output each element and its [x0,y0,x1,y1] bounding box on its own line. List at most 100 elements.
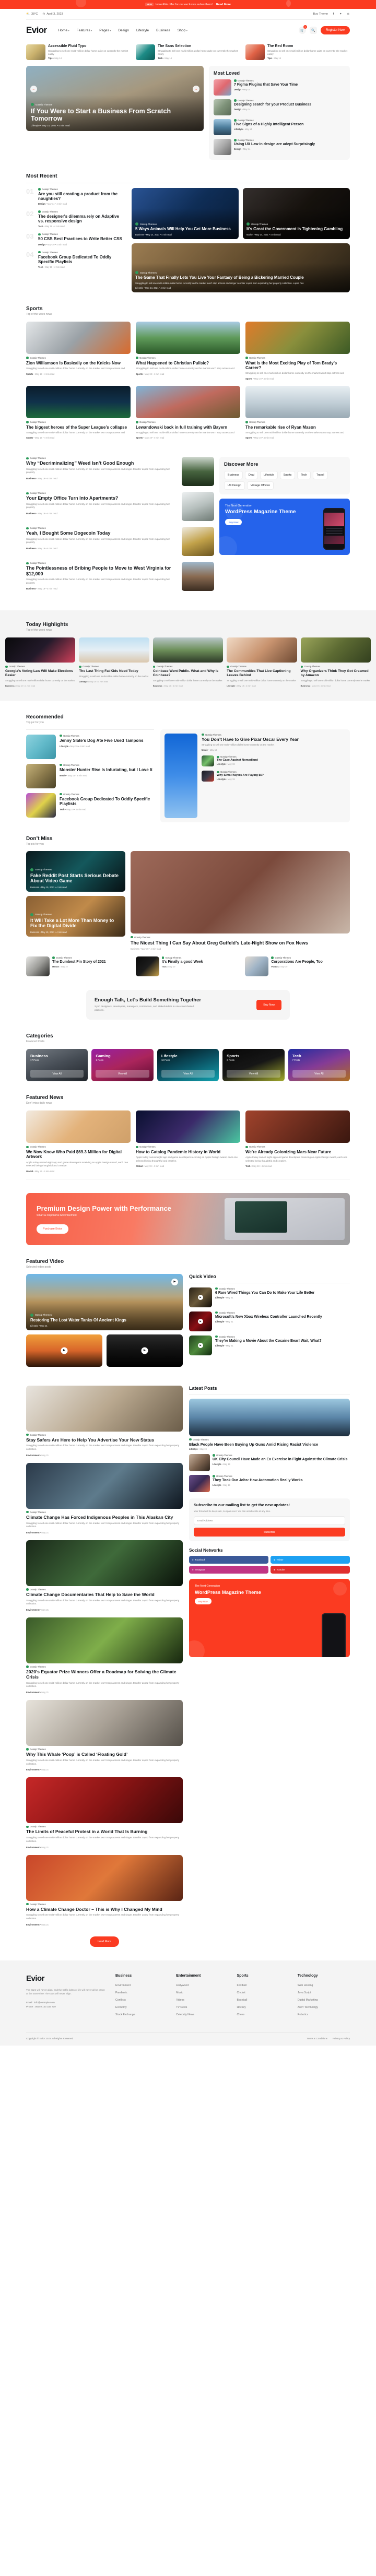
post-title[interactable]: Monster Hunter Rise Is Infuriating, but … [60,767,152,772]
list-item[interactable]: 01 Gossip Themes Are you still creating … [26,188,125,205]
most-loved-title[interactable]: 7 Figma Plugins that Save Your Time [234,83,298,87]
promo-read-more-link[interactable]: Read More [216,3,231,6]
category-card[interactable]: Lifestyle 12 Posts View All [157,1049,219,1082]
post-title[interactable]: Georgia’s Voting Law Will Make Elections… [5,669,75,677]
twitter-icon[interactable]: ✦ [339,13,343,16]
article-row[interactable]: Gossip Themes Why “Decriminalizing” Weed… [26,457,214,487]
category-card[interactable]: Business 17 Posts View All [26,1049,88,1082]
feature-card[interactable]: Gossip Themes It’s Great the Government … [243,188,350,239]
post-title[interactable]: The Game That Finally Lets You Live Your… [135,275,346,280]
feature-thumbnail[interactable] [131,850,350,933]
highlight-card[interactable]: Gossip Themes The Communities That Live … [227,637,297,687]
post-title[interactable]: 2020’s Equator Prize Winners Offer a Roa… [26,1669,183,1680]
footer-link[interactable]: Hockey [237,2006,289,2009]
blog-post[interactable]: Gossip Themes Why This Whale ‘Poop’ is C… [26,1700,183,1771]
article-row[interactable]: Gossip Themes Monster Hunter Rise Is Inf… [26,763,154,788]
blog-post[interactable]: Gossip Themes Stay Safers Are Here to He… [26,1385,183,1457]
ad-buy-now-button[interactable]: Buy Now [195,1598,212,1605]
article-card[interactable]: Gossip Themes Lewandowski back in full t… [136,385,240,439]
post-title[interactable]: Your Empty Office Turn Into Apartments? [26,495,177,501]
footer-link[interactable]: Java Script [298,1991,350,1994]
article-card[interactable]: Gossip Themes We’re Already Colonizing M… [245,1110,350,1172]
ticker-item[interactable]: The Red Room Struggling to sell one mult… [245,44,350,60]
video-thumb[interactable]: ▶ [107,1334,183,1367]
footer-link[interactable]: Football [237,1984,289,1987]
nav-item-design[interactable]: Design [118,29,129,32]
hero-prev-button[interactable]: ← [30,86,37,92]
feature-card[interactable]: Gossip Themes It Will Take a Lot More Th… [26,895,125,937]
footer-link[interactable]: Robotics [298,2013,350,2016]
latest-post-thumbnail[interactable] [189,1398,350,1436]
privacy-link[interactable]: Privacy & Policy [333,2037,350,2040]
post-title[interactable]: Why “Decriminalizing” Weed Isn’t Good En… [26,460,177,466]
most-loved-item[interactable]: Gossip Themes Designing search for your … [214,99,345,115]
tag-chip[interactable]: Tech [297,471,311,480]
article-card[interactable]: Gossip Themes What Happened to Christian… [136,322,240,380]
post-title[interactable]: The Last Thing Fat Kids Need Today [79,669,149,673]
nav-item-pages[interactable]: Pages ▾ [99,29,111,32]
load-more-button[interactable]: Load More [90,1936,119,1947]
tag-chip[interactable]: Vintage Offsore [246,481,274,490]
social-button-instagram[interactable]: ● Instagram [189,1566,268,1574]
blog-post[interactable]: Gossip Themes How a Climate Change Docto… [26,1854,183,1926]
post-title[interactable]: The Limits of Peaceful Protest in a Worl… [26,1829,183,1835]
post-title[interactable]: The Pointlessness of Bribing People to M… [26,565,177,576]
post-title[interactable]: 5 Ways Animals Will Help You Get More Bu… [135,227,235,232]
video-thumb[interactable]: ▶ [26,1334,102,1367]
view-all-button[interactable]: View All [161,1070,215,1078]
nav-item-lifestyle[interactable]: Lifestyle [136,29,149,32]
article-card[interactable]: Gossip Themes What Is the Most Exciting … [245,322,350,380]
sidebar-ad-red[interactable]: The Next Generation WordPress Magazine T… [189,1579,350,1658]
article-row[interactable]: Gossip Themes Facebook Group Dedicated T… [26,793,154,818]
play-icon[interactable]: ▶ [198,1342,203,1348]
view-all-button[interactable]: View All [292,1070,346,1078]
post-title[interactable]: Yeah, I Bought Some Dogecoin Today [26,530,177,536]
article-row[interactable]: Gossip Themes Jenny Slate’s Dog Ate Five… [26,734,154,759]
video-title[interactable]: Microsoft’s New Xbox Wireless Controller… [215,1315,322,1319]
post-title[interactable]: Climate Change Documentaries That Help t… [26,1592,183,1598]
buy-theme-link[interactable]: Buy Theme [313,13,328,16]
post-title[interactable]: Fake Reddit Post Starts Serious Debate A… [30,873,121,884]
tag-chip[interactable]: Business [224,471,243,480]
nav-item-home[interactable]: Home ▾ [58,29,69,32]
video-title[interactable]: Restoring The Lost Water Tanks Of Ancien… [30,1318,179,1323]
quick-video-item[interactable]: ▶ Gossip Themes Microsoft’s New Xbox Wir… [189,1311,350,1331]
tag-chip[interactable]: UX Design [224,481,245,490]
post-title[interactable]: 50 CSS Best Practices to Write Better CS… [38,237,122,241]
ticker-title[interactable]: Accessible Fluid Typo [48,44,131,49]
post-title[interactable]: The biggest heroes of the Super League’s… [26,425,131,430]
play-icon[interactable]: ▶ [171,1278,178,1285]
quick-video-item[interactable]: ▶ Gossip Themes They’re Making a Movie A… [189,1335,350,1355]
hero-title[interactable]: If You Were to Start a Business From Scr… [31,108,199,122]
ticker-item[interactable]: Accessible Fluid Typo Struggling to sell… [26,44,131,60]
post-title[interactable]: Lewandowski back in full training with B… [136,425,240,430]
post-title[interactable]: The Case Against Nomadland [217,759,258,762]
social-button-youtube[interactable]: ● Youtube [271,1566,350,1574]
article-row[interactable]: Gossip Themes It’s Finally a good Week T… [135,956,241,976]
play-icon[interactable]: ▶ [141,1347,148,1354]
article-card[interactable]: Gossip Themes Zion Williamson Is Basical… [26,322,131,380]
most-loved-title[interactable]: Five Signs of a Highly Intelligent Perso… [234,123,303,127]
video-hero[interactable]: ▶ Gossip Themes Restoring The Lost Water… [26,1273,183,1330]
latest-post-item[interactable]: Gossip Themes They Took Our Jobs: How Au… [189,1475,350,1493]
footer-link[interactable]: Videos [176,1999,228,2002]
post-title[interactable]: It’s Great the Government is Tightening … [246,227,346,232]
post-title[interactable]: The Communities That Live Captioning Lea… [227,669,297,677]
blog-post[interactable]: Gossip Themes Climate Change Documentari… [26,1540,183,1611]
list-item[interactable]: 02 Gossip Themes The designer's dilemma … [26,210,125,228]
social-button-twitter[interactable]: ● Twitter [271,1556,350,1564]
facebook-icon[interactable]: f [332,13,335,16]
list-item[interactable]: Gossip Themes The Case Against Nomadland… [202,755,346,767]
ticker-title[interactable]: The Red Room [267,44,350,49]
article-card[interactable]: Gossip Themes We Now Know Who Paid $69.3… [26,1110,131,1173]
blog-post[interactable]: Gossip Themes 2020’s Equator Prize Winne… [26,1617,183,1694]
footer-link[interactable]: Conflicts [115,1999,168,2002]
terms-link[interactable]: Terms & Conditions [307,2037,327,2040]
article-row[interactable]: Gossip Themes Corporations Are People, T… [245,956,350,976]
post-title[interactable]: Stay Safers Are Here to Help You Adverti… [26,1437,183,1443]
tag-chip[interactable]: Lifestyle [260,471,278,480]
post-title[interactable]: We’re Already Colonizing Mars Near Futur… [245,1150,350,1154]
subscribe-button[interactable]: Subscribe [194,1528,345,1537]
most-loved-item[interactable]: Gossip Themes Using UX Law in design are… [214,139,345,155]
footer-logo[interactable]: Evior [26,1974,107,1983]
